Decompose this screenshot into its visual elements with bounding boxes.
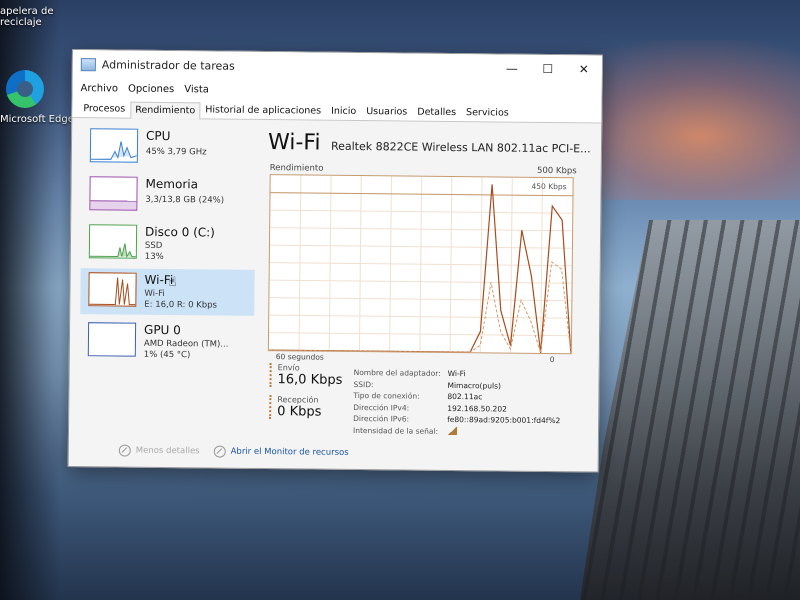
graph-secondary-max: 450 Kbps [531, 181, 567, 192]
tab-detalles[interactable]: Detalles [412, 104, 461, 122]
close-button[interactable]: ✕ [566, 55, 602, 83]
tab-servicios[interactable]: Servicios [461, 104, 514, 122]
resource-monitor-icon [213, 445, 226, 458]
disk-thumbnail [88, 224, 138, 259]
memory-label: Memoria [145, 176, 199, 192]
adapter-properties: Nombre del adaptador: Wi-Fi SSID: Mimacro(… [353, 368, 561, 439]
hand-cursor-icon: ☝ [168, 275, 177, 291]
graph-time-label: 60 segundos [275, 352, 324, 362]
gpu-thumbnail [87, 322, 137, 357]
property-value: Mimacro(puls) [447, 380, 501, 391]
minimize-button[interactable]: — [494, 54, 530, 82]
tab-historial[interactable]: Historial de aplicaciones [200, 101, 326, 119]
property-value: 802.11ac [447, 391, 483, 402]
tab-inicio[interactable]: Inicio [326, 103, 361, 120]
resource-monitor-link[interactable]: Abrir el Monitor de recursos [231, 447, 349, 458]
signal-strength-icon [446, 426, 458, 435]
send-stat: Envío 16,0 Kbps [269, 363, 343, 388]
tab-procesos[interactable]: Procesos [78, 100, 130, 118]
wifi-sub-label: Wi-Fi [144, 288, 165, 299]
maximize-button[interactable]: ☐ [530, 55, 566, 83]
property-value: Wi-Fi [447, 368, 466, 379]
task-manager-window: Administrador de tareas — ☐ ✕ Archivo Op… [67, 49, 603, 473]
receive-stat: Recepción 0 Kbps [269, 395, 322, 420]
menu-vista[interactable]: Vista [184, 84, 209, 95]
gpu-model: AMD Radeon (TM)... [143, 338, 229, 350]
edge-label[interactable]: Microsoft Edge [0, 114, 74, 125]
menu-opciones[interactable]: Opciones [128, 83, 174, 94]
edge-icon[interactable] [6, 70, 44, 108]
less-details-link[interactable]: Menos detalles [136, 446, 200, 457]
property-key: Intensidad de la señal: [352, 425, 439, 436]
task-manager-icon [80, 57, 96, 71]
resource-sidebar: CPU 45% 3,79 GHz Memoria 3,3/13,8 GB (24… [79, 124, 256, 430]
gpu-usage: 1% (45 °C) [143, 349, 191, 361]
disk-label: Disco 0 (C:) [145, 224, 215, 240]
property-key: Dirección IPv6: [353, 413, 410, 424]
cpu-thumbnail [89, 128, 139, 163]
memory-thumbnail [89, 176, 138, 211]
graph-zero-label: 0 [549, 355, 555, 365]
graph-label: Rendimiento [269, 163, 324, 174]
window-title: Administrador de tareas [101, 57, 235, 73]
property-row: Intensidad de la señal: [353, 425, 560, 439]
property-key: Tipo de conexión: [353, 390, 420, 401]
property-key: Nombre del adaptador: [353, 367, 441, 378]
graph-max-label: 500 Kbps [536, 165, 577, 177]
page-title: Wi-Fi [267, 130, 321, 156]
disk-type: SSD [144, 240, 163, 251]
gpu-label: GPU 0 [143, 322, 181, 338]
property-value: 192.168.50.202 [447, 403, 507, 414]
sidebar-item-cpu[interactable]: CPU 45% 3,79 GHz [82, 124, 256, 172]
tab-rendimiento[interactable]: Rendimiento [130, 101, 201, 120]
recycle-bin-label[interactable]: apelera de reciclaje [0, 6, 53, 28]
sidebar-item-gpu[interactable]: GPU 0 AMD Radeon (TM)... 1% (45 °C) [80, 318, 254, 366]
throughput-graph: 450 Kbps [267, 174, 574, 355]
recycle-bin-label-line2: reciclaje [0, 17, 42, 28]
wifi-throughput: E: 16,0 R: 0 Kbps [144, 299, 218, 311]
tab-usuarios[interactable]: Usuarios [361, 103, 412, 121]
receive-value: 0 Kbps [277, 404, 322, 420]
sidebar-item-wifi[interactable]: Wi-Fi Wi-Fi E: 16,0 R: 0 Kbps ☝ [80, 268, 255, 316]
sidebar-item-disco[interactable]: Disco 0 (C:) SSD 13% [81, 220, 255, 268]
send-value: 16,0 Kbps [277, 372, 343, 388]
footer-bar: Menos detalles Abrir el Monitor de recur… [118, 444, 349, 459]
wifi-detail-panel: Wi-Fi Realtek 8822CE Wireless LAN 802.11… [265, 130, 593, 435]
property-key: Dirección IPv4: [353, 402, 410, 413]
adapter-name: Realtek 8822CE Wireless LAN 802.11ac PCI… [330, 139, 591, 156]
cpu-label: CPU [146, 128, 171, 144]
property-key: SSID: [353, 379, 374, 389]
recycle-bin-label-line1: apelera de [0, 6, 54, 17]
title-bar[interactable]: Administrador de tareas — ☐ ✕ [72, 50, 602, 84]
wifi-thumbnail [88, 272, 137, 307]
receive-label: Recepción [277, 395, 319, 405]
disk-usage: 13% [144, 251, 164, 262]
collapse-icon [118, 444, 131, 457]
property-value: fe80::89ad:9205:b001:fd4f%2 [447, 414, 561, 426]
tab-strip: Procesos Rendimiento Historial de aplica… [72, 98, 602, 124]
memory-detail: 3,3/13,8 GB (24%) [145, 194, 225, 206]
sidebar-item-memoria[interactable]: Memoria 3,3/13,8 GB (24%) [81, 172, 255, 220]
menu-archivo[interactable]: Archivo [81, 83, 119, 94]
throughput-chart-svg [268, 175, 573, 354]
wallpaper-pier [580, 220, 800, 600]
cpu-detail: 45% 3,79 GHz [145, 146, 207, 158]
